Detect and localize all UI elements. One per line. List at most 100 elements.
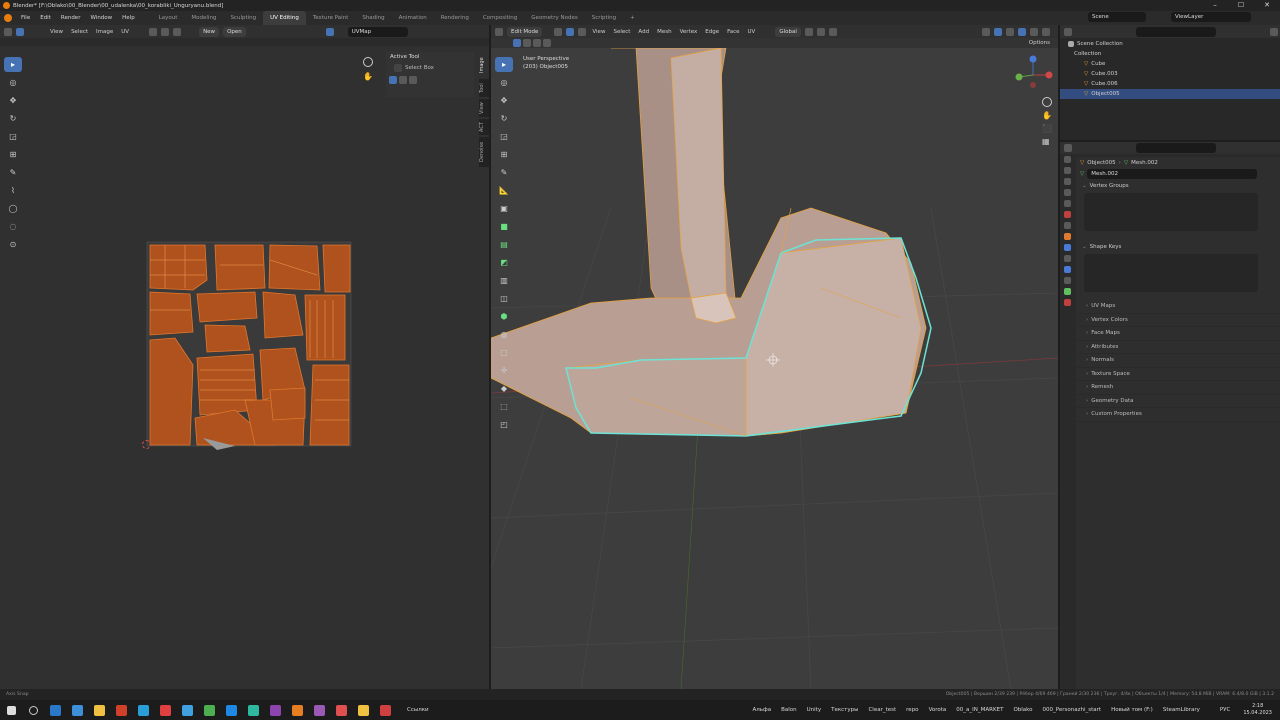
shading-rendered-icon[interactable] — [1042, 27, 1050, 36]
pivot-point-icon[interactable] — [804, 27, 813, 36]
vertex-groups-list[interactable] — [1084, 193, 1258, 231]
outliner-type-icon[interactable] — [1064, 27, 1072, 36]
pinch-tool-icon[interactable]: ⊙ — [4, 237, 22, 252]
tab-compositing[interactable]: Compositing — [476, 11, 524, 25]
vp-measure-tool-icon[interactable]: 📐 — [495, 183, 513, 198]
vp-grid-icon[interactable]: ▦ — [1042, 137, 1052, 146]
menu-help[interactable]: Help — [117, 15, 140, 21]
outliner-row-object005[interactable]: ▽ Object005 — [1060, 89, 1280, 99]
display-channels-icon[interactable] — [325, 27, 334, 36]
shape-keys-header[interactable]: ⌄ Shape Keys — [1076, 241, 1280, 252]
outliner-row-collection[interactable]: Collection — [1060, 49, 1280, 59]
section-uv-maps[interactable]: UV Maps — [1076, 300, 1280, 314]
modifier-props-icon[interactable] — [1063, 244, 1071, 251]
select-subtract-icon[interactable] — [409, 76, 417, 84]
taskbar-alfa[interactable]: Альфа — [748, 707, 777, 713]
gizmo-toggle-icon[interactable] — [982, 27, 990, 36]
taskbar-links[interactable]: Ссылки — [402, 707, 434, 713]
zoom-icon[interactable] — [363, 57, 373, 67]
taskbar-textures[interactable]: Текстуры — [826, 707, 863, 713]
uv-select-mode-icon[interactable] — [16, 27, 24, 36]
outliner-scene-collection[interactable]: Scene Collection — [1060, 39, 1280, 49]
vp-menu-edge[interactable]: Edge — [703, 29, 721, 35]
tab-layout[interactable]: Layout — [152, 11, 185, 25]
face-select-icon[interactable] — [578, 27, 587, 36]
tab-scripting[interactable]: Scripting — [585, 11, 623, 25]
mirror-y-icon[interactable] — [533, 39, 541, 47]
properties-search[interactable] — [1136, 143, 1216, 153]
vp-edge-slide-icon[interactable]: ✛ — [495, 363, 513, 378]
viewport-editor-type-icon[interactable] — [495, 27, 503, 36]
proportional-icon[interactable] — [173, 27, 182, 36]
vp-polybuild-icon[interactable]: ⬢ — [495, 309, 513, 324]
vp-shear-icon[interactable]: ⬚ — [495, 399, 513, 414]
constraint-props-icon[interactable] — [1063, 277, 1071, 284]
xray-toggle-icon[interactable] — [1006, 27, 1014, 36]
vp-menu-vertex[interactable]: Vertex — [678, 29, 700, 35]
scene-selector[interactable]: Scene — [1088, 12, 1146, 22]
collection-props-icon[interactable] — [1063, 222, 1071, 229]
shading-material-icon[interactable] — [1030, 27, 1038, 36]
tab-geometry-nodes[interactable]: Geometry Nodes — [524, 11, 584, 25]
particle-props-icon[interactable] — [1063, 255, 1071, 262]
vp-menu-uv[interactable]: UV — [746, 29, 758, 35]
select-extend-icon[interactable] — [399, 76, 407, 84]
vp-shrink-icon[interactable]: ◆ — [495, 381, 513, 396]
taskbar-pinned-app-icon-11[interactable] — [286, 700, 308, 720]
outliner-search[interactable] — [1136, 26, 1216, 37]
output-props-icon[interactable] — [1063, 178, 1071, 185]
taskbar-new-volume[interactable]: Новый том (F:) — [1106, 707, 1158, 713]
physics-props-icon[interactable] — [1063, 266, 1071, 273]
tray-clock[interactable]: 2:18 15.04.2023 — [1235, 703, 1280, 717]
taskbar-pinned-app-icon-8[interactable] — [220, 700, 242, 720]
close-button[interactable]: ✕ — [1254, 0, 1280, 11]
pivot-icon[interactable] — [149, 27, 158, 36]
taskbar-vorota[interactable]: Vorota — [924, 707, 952, 713]
transform-tool-icon[interactable]: ⊞ — [4, 147, 22, 162]
open-image-button[interactable]: Open — [223, 26, 246, 37]
shading-solid-icon[interactable] — [1018, 27, 1026, 36]
cursor-tool-icon[interactable]: ◎ — [4, 75, 22, 90]
gizmo-z-icon[interactable] — [1029, 55, 1037, 63]
taskbar-pinned-app-icon-14[interactable] — [352, 700, 374, 720]
mode-selector[interactable]: Edit Mode — [507, 26, 543, 37]
vp-cursor-tool-icon[interactable]: ◎ — [495, 75, 513, 90]
taskbar-personazhi[interactable]: 000_Personazhi_start — [1038, 707, 1107, 713]
taskbar-pinned-app-icon-9[interactable] — [242, 700, 264, 720]
section-custom-properties[interactable]: Custom Properties — [1076, 408, 1280, 422]
sidetab-image[interactable]: Image — [479, 53, 489, 77]
vp-knife-icon[interactable]: ◫ — [495, 291, 513, 306]
section-normals[interactable]: Normals — [1076, 354, 1280, 368]
vp-menu-face[interactable]: Face — [725, 29, 741, 35]
section-geometry-data[interactable]: Geometry Data — [1076, 395, 1280, 408]
relax-tool-icon[interactable]: ◌ — [4, 219, 22, 234]
navigation-gizmo[interactable] — [1011, 55, 1056, 95]
outliner-row-cube[interactable]: ▽ Cube — [1060, 59, 1280, 69]
taskbar-pinned-app-icon-10[interactable] — [264, 700, 286, 720]
uv-menu-image[interactable]: Image — [94, 29, 115, 35]
render-props-icon[interactable] — [1063, 167, 1071, 174]
taskbar-pinned-app-icon-15[interactable] — [374, 700, 396, 720]
vp-transform-tool-icon[interactable]: ⊞ — [495, 147, 513, 162]
menu-edit[interactable]: Edit — [35, 15, 56, 21]
tab-sculpting[interactable]: Sculpting — [223, 11, 263, 25]
taskbar-pinned-app-icon-13[interactable] — [330, 700, 352, 720]
options-dropdown[interactable]: Options — [1029, 40, 1050, 46]
material-props-icon[interactable] — [1063, 299, 1071, 306]
mirror-x-icon[interactable] — [523, 39, 531, 47]
edge-select-icon[interactable] — [566, 27, 575, 36]
vp-select-tool-icon[interactable]: ▸ — [495, 57, 513, 72]
filter-icon[interactable] — [1270, 27, 1278, 36]
sidetab-act[interactable]: ACT — [479, 119, 489, 135]
taskbar-pinned-app-icon-6[interactable] — [176, 700, 198, 720]
add-workspace-button[interactable]: + — [623, 11, 642, 25]
uv-menu-view[interactable]: View — [48, 29, 65, 35]
section-attributes[interactable]: Attributes — [1076, 341, 1280, 354]
vp-loop-cut-icon[interactable]: ▥ — [495, 273, 513, 288]
start-button-icon[interactable] — [0, 700, 22, 720]
section-vertex-colors[interactable]: Vertex Colors — [1076, 314, 1280, 327]
vp-add-cube-icon[interactable]: ▣ — [495, 201, 513, 216]
taskbar-pinned-app-icon-2[interactable] — [88, 700, 110, 720]
vp-menu-mesh[interactable]: Mesh — [655, 29, 673, 35]
sidetab-view[interactable]: View — [479, 99, 489, 117]
